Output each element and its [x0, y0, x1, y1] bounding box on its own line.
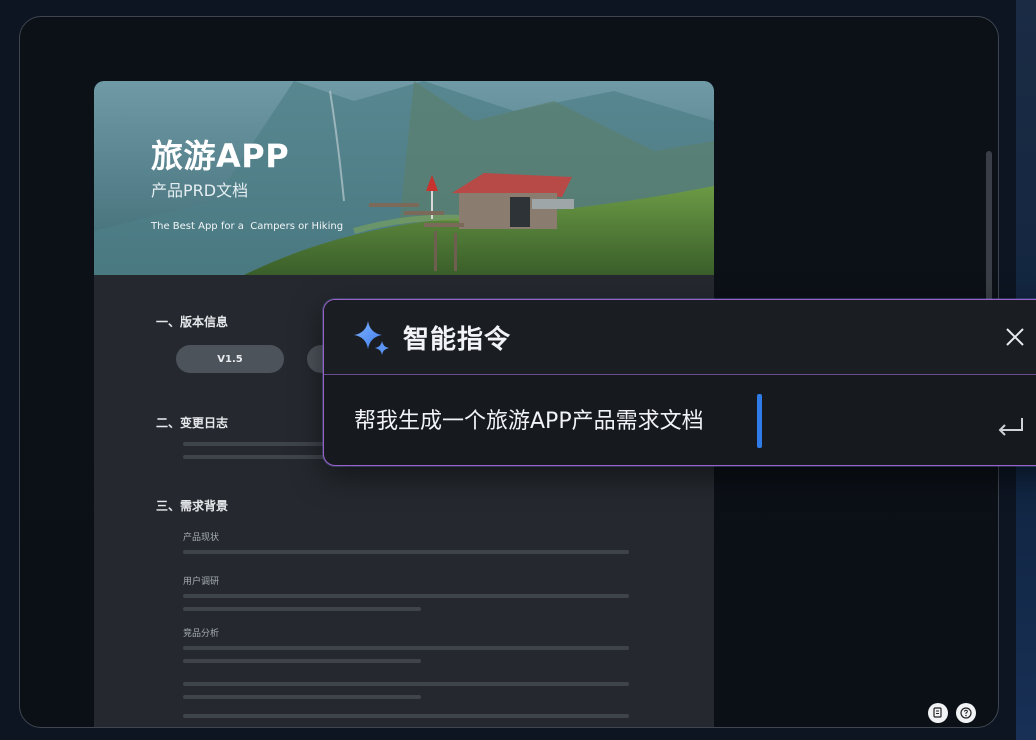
- dialog-header: 智能指令: [324, 300, 1036, 375]
- text-caret: [757, 394, 762, 448]
- document-icon: [933, 707, 942, 718]
- placeholder-line: [183, 455, 333, 459]
- document-icon-button[interactable]: [928, 703, 948, 723]
- banner-subtitle: 产品PRD文档: [151, 181, 249, 200]
- section-title-version-info: 一、版本信息: [156, 315, 229, 329]
- placeholder-line: [183, 714, 629, 718]
- sub-label-user-research: 用户调研: [183, 577, 220, 587]
- dialog-title: 智能指令: [403, 325, 512, 355]
- placeholder-line: [183, 682, 629, 686]
- sub-label-product-status: 产品现状: [183, 533, 220, 543]
- section-title-background: 三、需求背景: [156, 499, 229, 513]
- placeholder-line: [183, 607, 421, 611]
- smart-command-dialog: 智能指令 帮我生成一个旅游APP产品需求文档: [323, 299, 1036, 466]
- placeholder-line: [183, 442, 333, 446]
- section-title-change-log: 二、变更日志: [156, 416, 229, 430]
- version-pill[interactable]: V1.5: [176, 345, 284, 373]
- sparkle-icon: [354, 321, 389, 355]
- enter-icon[interactable]: [994, 412, 1026, 444]
- banner-tagline: The Best App for a Campers or Hiking: [151, 221, 344, 232]
- placeholder-line: [183, 659, 421, 663]
- placeholder-line: [183, 594, 629, 598]
- help-icon-button[interactable]: [956, 703, 976, 723]
- close-icon[interactable]: [1002, 324, 1028, 350]
- placeholder-line: [183, 646, 629, 650]
- command-input[interactable]: 帮我生成一个旅游APP产品需求文档: [354, 403, 704, 435]
- placeholder-line: [183, 727, 421, 728]
- help-icon: [960, 707, 972, 719]
- placeholder-line: [183, 695, 421, 699]
- sub-label-competitor-analysis: 竞品分析: [183, 629, 220, 639]
- placeholder-line: [183, 550, 629, 554]
- document-banner: 旅游APP 产品PRD文档 The Best App for a Campers…: [94, 81, 714, 275]
- banner-title: 旅游APP: [151, 137, 290, 175]
